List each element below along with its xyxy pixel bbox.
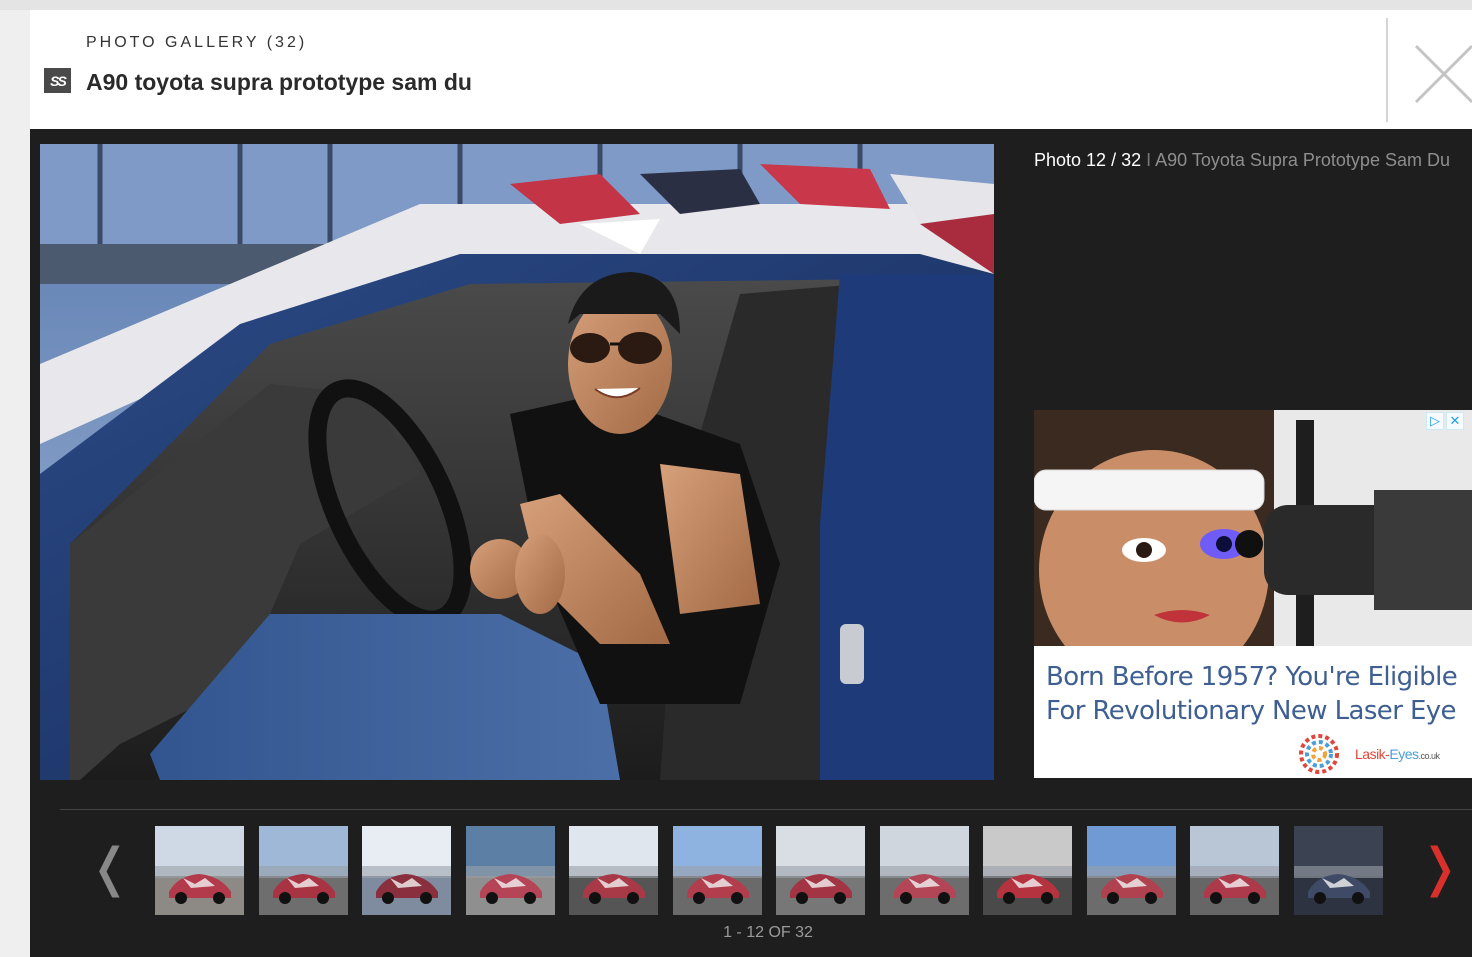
- ad-brand-tld: .co.uk: [1418, 751, 1440, 761]
- ad-image[interactable]: ▷ ✕: [1034, 410, 1472, 646]
- main-photo-image: [40, 144, 994, 780]
- ad-brand-name: Lasik-Eyes.co.uk: [1355, 746, 1440, 762]
- gallery-count-label: PHOTO GALLERY (32): [86, 34, 308, 51]
- thumbnail-strip: [155, 826, 1383, 915]
- thumbnail-image: [1293, 826, 1383, 915]
- ad-brand-eyes: Eyes: [1389, 746, 1419, 762]
- photo-caption: Photo 12 / 32 I A90 Toyota Supra Prototy…: [1034, 147, 1464, 174]
- thumbnail-image: [983, 826, 1072, 915]
- thumbnail-image: [258, 826, 348, 915]
- close-icon: [1414, 44, 1472, 104]
- gallery-thumbnail[interactable]: [1190, 826, 1279, 915]
- thumbnail-image: [362, 826, 451, 915]
- thumbnail-image: [1086, 826, 1176, 915]
- previous-button[interactable]: ❬: [88, 838, 132, 898]
- next-button[interactable]: ❭: [1418, 838, 1462, 898]
- thumbnail-image: [465, 826, 555, 915]
- close-button[interactable]: [1406, 30, 1472, 110]
- ad-eye-exam-image: [1034, 410, 1472, 646]
- gallery-thumbnail[interactable]: [569, 826, 658, 915]
- gallery-thumbnail[interactable]: [155, 826, 244, 915]
- gallery-thumbnail[interactable]: [362, 826, 451, 915]
- thumbnail-image: [1190, 826, 1279, 915]
- ad-close-icon[interactable]: ✕: [1446, 412, 1464, 430]
- gallery-thumbnail[interactable]: [672, 826, 762, 915]
- thumbnail-image: [879, 826, 969, 915]
- thumbnail-image: [776, 826, 865, 915]
- gallery-thumbnail[interactable]: [983, 826, 1072, 915]
- caption-separator: I: [1146, 150, 1152, 170]
- advertisement[interactable]: ▷ ✕ Born Before 1957? You're Eligible Fo…: [1034, 410, 1472, 778]
- gallery-title: A90 toyota supra prototype sam du: [86, 69, 472, 95]
- main-photo[interactable]: [40, 144, 994, 780]
- thumbnail-image: [155, 826, 244, 915]
- brand-logo-icon: SS: [44, 68, 71, 93]
- header-divider: [1386, 18, 1388, 122]
- thumbnail-pager: 1 - 12 OF 32: [723, 924, 813, 941]
- gallery-thumbnail[interactable]: [879, 826, 969, 915]
- ad-info-icon[interactable]: ▷: [1426, 412, 1444, 430]
- ad-brand-logo[interactable]: Lasik-Eyes.co.uk: [1289, 732, 1440, 776]
- thumbnail-strip-divider: [60, 809, 1472, 810]
- gallery-thumbnail[interactable]: [465, 826, 555, 915]
- ad-brand-lasik: Lasik-: [1355, 746, 1390, 762]
- ad-choices[interactable]: ▷ ✕: [1426, 412, 1464, 430]
- gallery-thumbnail[interactable]: [1086, 826, 1176, 915]
- photo-caption-text: A90 Toyota Supra Prototype Sam Du: [1155, 150, 1450, 170]
- gallery-thumbnail[interactable]: [1293, 826, 1383, 915]
- gallery-header: PHOTO GALLERY (32) SS A90 toyota supra p…: [30, 10, 1472, 129]
- thumbnail-image: [672, 826, 762, 915]
- photo-counter: Photo 12 / 32: [1034, 150, 1142, 170]
- photo-gallery-modal: PHOTO GALLERY (32) SS A90 toyota supra p…: [30, 10, 1472, 957]
- thumbnail-image: [569, 826, 658, 915]
- gallery-thumbnail[interactable]: [258, 826, 348, 915]
- ad-headline[interactable]: Born Before 1957? You're Eligible For Re…: [1046, 660, 1466, 728]
- gallery-thumbnail[interactable]: [776, 826, 865, 915]
- lasik-eyes-logo-icon: [1299, 734, 1339, 774]
- page-top-strip: [0, 0, 1472, 10]
